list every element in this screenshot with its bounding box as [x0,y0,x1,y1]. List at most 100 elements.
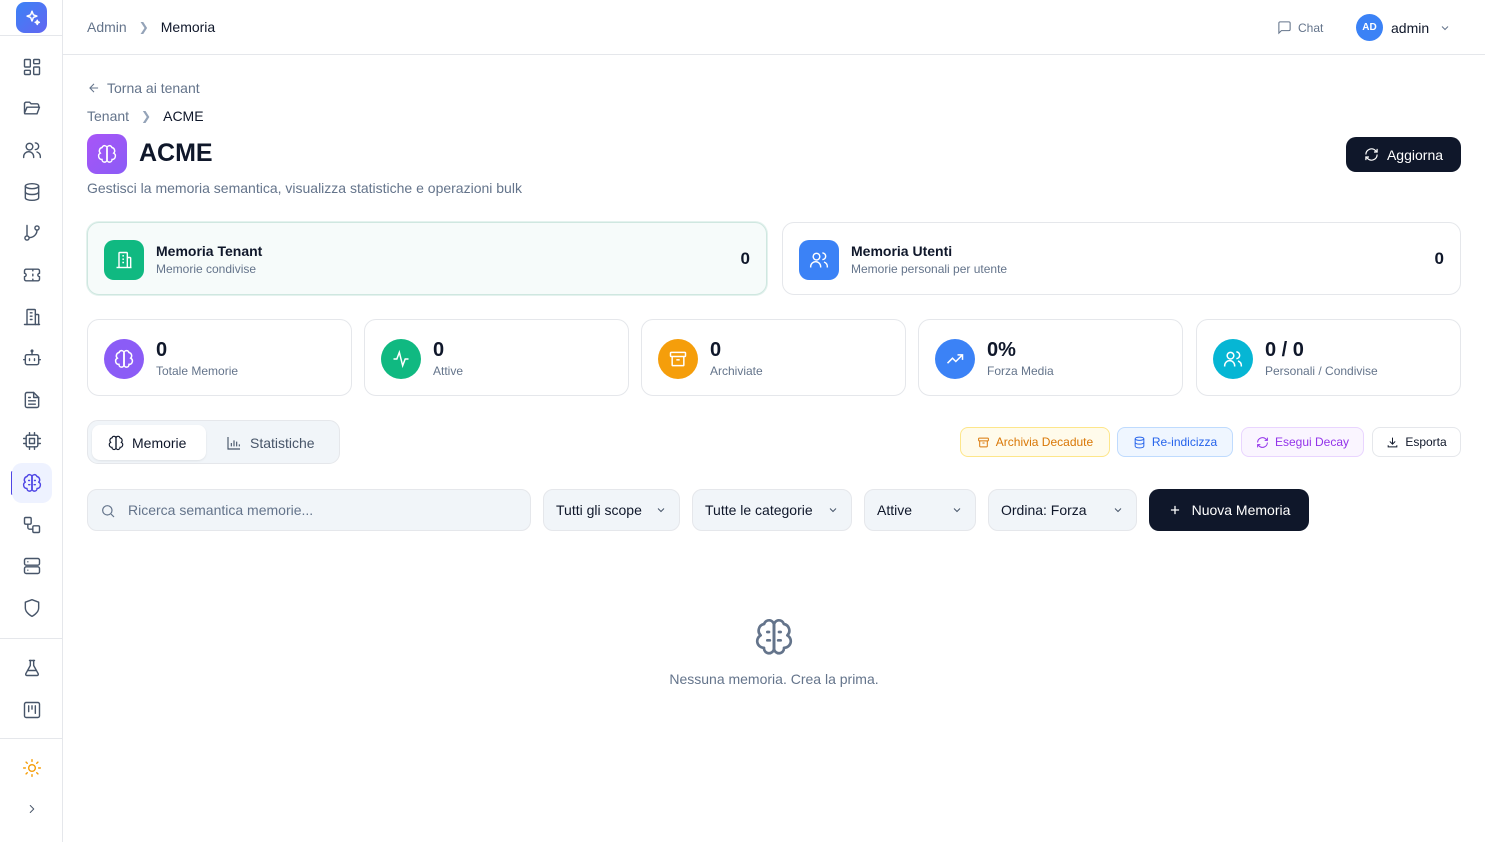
new-memory-button[interactable]: Nuova Memoria [1149,489,1309,531]
breadcrumb: Admin ❯ Memoria [87,19,215,35]
select-value: Tutte le categorie [705,502,813,518]
sidebar-item-workflow[interactable] [12,505,52,545]
sidebar-item-dashboard[interactable] [12,47,52,87]
sidebar-item-users[interactable] [12,130,52,170]
users-icon [22,142,42,159]
tab-label: Statistiche [250,434,315,451]
chevron-right-icon [29,805,35,813]
breadcrumb-memoria: Memoria [160,19,216,35]
memory-users-card[interactable]: Memoria Utenti Memorie personali per ute… [782,222,1461,295]
refresh-icon [1257,436,1268,448]
stat-archived: 0 Archiviate [641,319,906,396]
sidebar-item-chip[interactable] [12,421,52,461]
breadcrumb-admin[interactable]: Admin [87,19,127,35]
avatar: AD [1356,14,1383,41]
brain-icon [104,339,144,379]
chat-label: Chat [1298,20,1324,35]
run-decay-button[interactable]: Esegui Decay [1241,427,1364,457]
brain-icon [22,473,42,492]
search-icon [102,505,115,518]
server-icon [23,557,41,575]
tab-statistiche[interactable]: Statistiche [210,425,331,460]
users-icon [799,240,839,280]
building-icon [104,240,144,280]
brain-icon [754,617,794,657]
page-title: ACME [139,139,213,167]
card-title: Memoria Tenant [156,243,263,259]
file-text-icon [24,391,40,409]
brain-icon [87,134,127,174]
category-select[interactable]: Tutte le categorie [692,489,852,531]
sidebar-item-server[interactable] [12,546,52,586]
search-input[interactable] [128,490,518,530]
status-select[interactable]: Attive [864,489,976,531]
sidebar-item-shield[interactable] [12,588,52,628]
sidebar-item-projects[interactable] [12,88,52,128]
top-header: Admin ❯ Memoria Chat AD admin [63,0,1485,55]
sidebar-item-building[interactable] [12,297,52,337]
card-count: 0 [1434,249,1444,268]
card-subtitle: Memorie condivise [156,262,257,276]
select-value: Tutti gli scope [556,502,642,518]
app-logo-icon[interactable] [16,2,47,33]
activity-icon [381,339,421,379]
memory-tenant-card[interactable]: Memoria Tenant Memorie condivise 0 [87,222,767,295]
select-value: Ordina: Forza [1001,502,1087,518]
tenant-breadcrumb: Tenant ❯ ACME [87,108,204,124]
export-button[interactable]: Esporta [1372,427,1461,457]
database-icon [24,182,40,202]
tab-memorie[interactable]: Memorie [92,425,206,460]
stat-value: 0% [987,339,1016,361]
stat-label: Personali / Condivise [1265,364,1378,378]
theme-toggle[interactable] [12,748,52,788]
chat-button[interactable]: Chat [1277,20,1323,35]
new-memory-label: Nuova Memoria [1191,502,1291,518]
chevron-right-icon: ❯ [138,20,149,34]
action-label: Esporta [1405,435,1447,449]
chevron-down-icon [953,508,961,513]
sidebar-expand-button[interactable] [12,789,52,829]
reindex-button[interactable]: Re-indicizza [1117,427,1233,457]
sidebar-item-git-branch[interactable] [12,213,52,253]
archive-icon [977,437,989,447]
sidebar-item-memory[interactable] [12,463,52,503]
bot-icon [22,349,42,366]
archive-icon [658,339,698,379]
refresh-icon [1365,148,1378,161]
sidebar-item-tickets[interactable] [12,255,52,295]
workflow-icon [23,516,41,534]
card-subtitle: Memorie personali per utente [851,262,1008,276]
users-icon [1213,339,1253,379]
breadcrumb-acme: ACME [163,108,204,124]
tab-label: Memorie [132,434,187,451]
stat-label: Attive [433,364,464,378]
card-title: Memoria Utenti [851,243,953,259]
stat-label: Archiviate [710,364,763,378]
sidebar-item-kanban[interactable] [12,690,52,730]
stat-active: 0 Attive [364,319,629,396]
refresh-label: Aggiorna [1386,146,1444,163]
sidebar-item-bot[interactable] [12,338,52,378]
scope-select[interactable]: Tutti gli scope [543,489,680,531]
order-select[interactable]: Ordina: Forza [988,489,1137,531]
message-square-icon [1278,21,1291,35]
chevron-right-icon: ❯ [141,109,152,123]
user-name: admin [1391,19,1430,36]
empty-state-text: Nessuna memoria. Crea la prima. [669,671,879,687]
sidebar-divider [0,738,62,739]
select-value: Attive [877,502,913,518]
trending-up-icon [935,339,975,379]
stat-strength: 0% Forza Media [918,319,1183,396]
sidebar-item-database[interactable] [12,172,52,212]
sidebar-item-documents[interactable] [12,380,52,420]
stat-value: 0 [710,339,722,361]
breadcrumb-tenant[interactable]: Tenant [87,108,129,124]
archive-decayed-button[interactable]: Archivia Decadute [960,427,1110,457]
kanban-icon [23,701,41,719]
refresh-button[interactable]: Aggiorna [1346,137,1461,172]
sidebar [0,0,63,842]
chevron-down-icon [829,508,837,513]
back-link[interactable]: Torna ai tenant [87,80,200,96]
shield-icon [24,598,40,618]
user-menu[interactable]: AD admin [1356,14,1451,41]
